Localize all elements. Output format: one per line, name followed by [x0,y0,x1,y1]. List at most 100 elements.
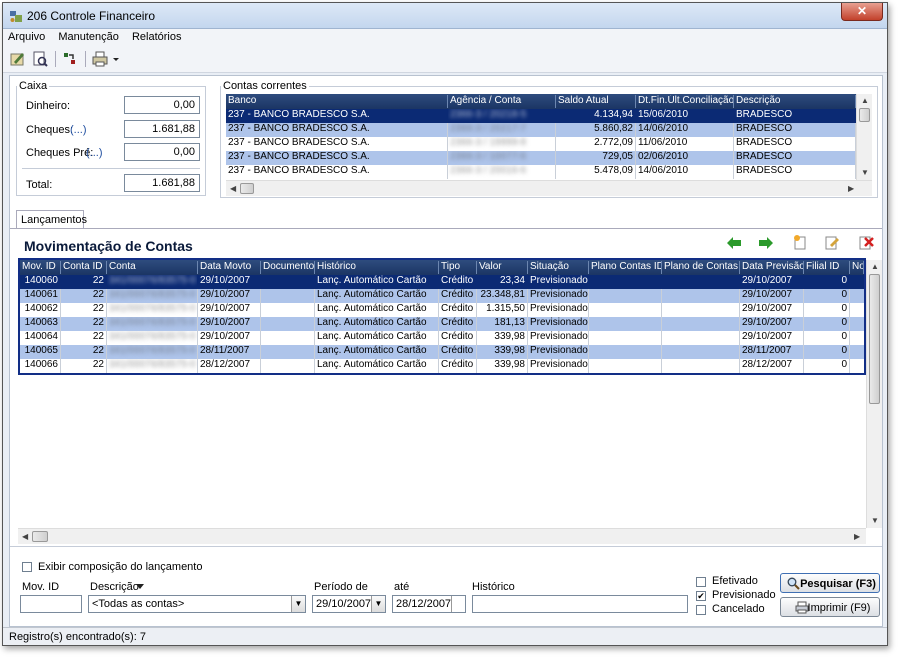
previsionado-checkbox[interactable]: ✔ [696,591,706,601]
edit-record-icon[interactable] [9,50,27,68]
mov-cell: 140066 [20,359,61,373]
cheques-label: Cheques: [26,124,74,136]
tab-lancamentos[interactable]: Lançamentos [16,210,87,228]
contas-cell: BRADESCO [734,151,856,165]
cancelado-checkbox[interactable] [696,605,706,615]
mov-cell: Crédito [439,331,477,345]
efetivado-checkbox[interactable] [696,577,706,587]
window-title: 206 Controle Financeiro [27,9,156,23]
contas-col-saldo[interactable]: Saldo Atual [556,95,636,108]
mov-cell: Previsionado [528,289,589,303]
dinheiro-label: Dinheiro: [26,100,71,112]
chevron-down-icon[interactable] [111,50,121,68]
contas-cell: BRADESCO [734,123,856,137]
mov-cell: 339,98 [477,331,528,345]
mov-row[interactable]: 140060 22 341/00076/83575-0 29/10/2007 Lanç.… [20,275,864,289]
mov-cell: Lanç. Automático Cartão [315,317,439,331]
mov-hscroll[interactable]: ◀ ▶ [18,528,866,544]
mov-col-planocontasid[interactable]: Plano Contas ID [589,261,662,274]
mov-col-situacao[interactable]: Situação [528,261,589,274]
close-button[interactable]: ✕ [841,3,883,21]
mov-cell [261,289,315,303]
contas-col-banco[interactable]: Banco [226,95,448,108]
mov-col-historico[interactable]: Histórico [315,261,439,274]
mov-row[interactable]: 140064 22 341/00076/83575-0 29/10/2007 Lanç.… [20,331,864,345]
arrow-left-icon[interactable] [726,236,742,250]
mov-col-conta[interactable]: Conta [107,261,198,274]
print-preview-icon[interactable] [31,50,49,68]
exibir-composicao-checkbox[interactable] [22,562,32,572]
historico-input[interactable] [472,595,688,613]
mov-row[interactable]: 140065 22 341/00076/83575-0 28/11/2007 Lanç.… [20,345,864,359]
contas-row[interactable]: 237 - BANCO BRADESCO S.A. 2366-3 / 20016-… [226,165,856,179]
mov-cell [589,331,662,345]
sort-down-icon[interactable] [136,583,144,591]
mov-row[interactable]: 140063 22 341/00076/83575-0 29/10/2007 Lanç.… [20,317,864,331]
mov-col-valor[interactable]: Valor [477,261,528,274]
arrow-right-icon[interactable] [758,236,774,250]
mov-row[interactable]: 140066 22 341/00076/83575-0 28/12/2007 Lanç.… [20,359,864,373]
mov-row[interactable]: 140061 22 341/00076/83575-0 29/10/2007 Lanç.… [20,289,864,303]
contas-row[interactable]: 237 - BANCO BRADESCO S.A. 2366-3 / 10077-… [226,151,856,165]
mov-cell: 0 [804,289,850,303]
cheques-detail-link[interactable]: (...) [70,124,87,136]
mov-cell: Lanç. Automático Cartão [315,289,439,303]
mov-col-documento[interactable]: Documento [261,261,315,274]
menu-manutencao[interactable]: Manutenção [53,29,124,45]
mov-cell [261,317,315,331]
mov-col-tipo[interactable]: Tipo [439,261,477,274]
descricao-select[interactable]: <Todas as contas> ▼ [88,595,306,613]
mov-col-filialid[interactable]: Filial ID [804,261,850,274]
pesquisar-button[interactable]: Pesquisar (F3) [780,573,880,593]
contas-row[interactable]: 237 - BANCO BRADESCO S.A. 2366-3 / 19999-… [226,137,856,151]
contas-row[interactable]: 237 - BANCO BRADESCO S.A. 2366-3 / 20217-… [226,123,856,137]
mov-col-datamovto[interactable]: Data Movto [198,261,261,274]
cheques-pre-detail-link[interactable]: (...) [86,147,103,159]
edit-record-icon[interactable] [824,234,840,250]
calendar-dropdown-icon[interactable] [451,596,465,612]
printer-icon [795,601,809,614]
calendar-dropdown-icon[interactable]: ▼ [371,596,385,612]
mov-cell [662,275,740,289]
mov-cell: 22 [61,303,107,317]
delete-record-icon[interactable] [858,234,874,250]
menu-relatorios[interactable]: Relatórios [127,29,187,45]
mov-col-movid[interactable]: Mov. ID [20,261,61,274]
mov-col-dataprevisao[interactable]: Data Previsão [740,261,804,274]
contas-vscroll[interactable]: ▲ ▼ [856,94,872,180]
contas-col-agencia[interactable]: Agência / Conta [448,95,556,108]
filters-divider [10,546,882,547]
mov-vscroll[interactable]: ▲ ▼ [866,260,882,528]
mov-id-input[interactable] [20,595,82,613]
contas-row[interactable]: 237 - BANCO BRADESCO S.A. 2366-3 / 20218-… [226,109,856,123]
contas-col-dtfin[interactable]: Dt.Fin.Últ.Conciliação [636,95,734,108]
mov-row[interactable]: 140062 22 341/00076/83575-0 29/10/2007 Lanç.… [20,303,864,317]
imprimir-button[interactable]: Imprimir (F9) [780,597,880,617]
periodo-ate-input[interactable]: 28/12/2007 [392,595,466,613]
mov-col-planodecontas[interactable]: Plano de Contas [662,261,740,274]
contas-cell: 237 - BANCO BRADESCO S.A. [226,123,448,137]
contas-cell: BRADESCO [734,165,856,179]
mov-cell: Crédito [439,359,477,373]
periodo-de-input[interactable]: 29/10/2007 ▼ [312,595,386,613]
mov-cell: 341/00076/83575-0 [107,289,198,303]
transfer-icon[interactable] [61,50,79,68]
title-bar: 206 Controle Financeiro ✕ [3,3,887,29]
mov-col-contaid[interactable]: Conta ID [61,261,107,274]
mov-col-no[interactable]: No [850,261,864,274]
mov-cell: 0 [804,331,850,345]
chevron-down-icon[interactable]: ▼ [291,596,305,612]
mov-cell: 341/00076/83575-0 [107,303,198,317]
new-record-icon[interactable] [792,234,808,250]
contas-col-descricao[interactable]: Descrição [734,95,856,108]
mov-cell: 29/10/2007 [740,331,804,345]
mov-cell: Lanç. Automático Cartão [315,359,439,373]
mov-cell: Crédito [439,345,477,359]
contas-hscroll[interactable]: ◀ ▶ [226,180,872,196]
toolbar-separator [55,51,56,67]
mov-cell: 29/10/2007 [198,303,261,317]
mov-cell: 22 [61,275,107,289]
mov-cell [662,317,740,331]
menu-arquivo[interactable]: Arquivo [3,29,50,45]
printer-icon[interactable] [91,50,109,68]
